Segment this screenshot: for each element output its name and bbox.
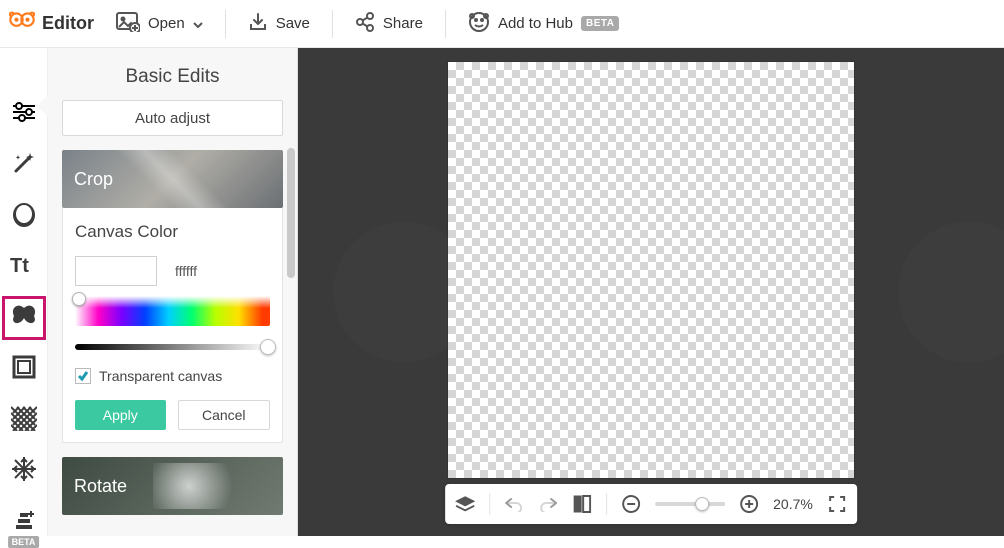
panel-scrollbar[interactable] (287, 148, 295, 528)
hub-icon (468, 11, 490, 37)
add-to-hub-label: Add to Hub (498, 15, 573, 32)
panel-title: Basic Edits (48, 48, 297, 100)
add-to-hub-button[interactable]: Add to Hub BETA (468, 11, 620, 37)
open-label: Open (148, 15, 185, 32)
nav-beta-badge: BETA (8, 536, 40, 548)
nav-touchup[interactable] (0, 198, 48, 231)
transparent-canvas-label: Transparent canvas (99, 368, 222, 384)
nav-text[interactable]: Tt (0, 249, 48, 282)
share-label: Share (383, 15, 423, 32)
hue-slider-handle[interactable] (72, 292, 86, 306)
image-icon (116, 12, 140, 36)
snowflake-icon (11, 456, 37, 482)
crop-section-header[interactable]: Crop (62, 150, 283, 208)
value-slider[interactable] (75, 344, 270, 350)
face-icon (11, 201, 37, 227)
open-button[interactable]: Open (116, 12, 203, 36)
panel-scrollbar-thumb[interactable] (287, 148, 295, 278)
canvas-transparent[interactable] (448, 62, 854, 478)
toolbar-divider (225, 10, 226, 38)
sliders-icon (11, 102, 37, 122)
zoom-in-button[interactable] (739, 494, 759, 514)
rotate-label: Rotate (74, 476, 127, 497)
zoom-slider-handle[interactable] (695, 497, 709, 511)
color-hex-value: ffffff (175, 263, 197, 279)
apply-button[interactable]: Apply (75, 400, 166, 430)
crop-label: Crop (74, 169, 113, 190)
rotate-section-header[interactable]: Rotate (62, 457, 283, 515)
cancel-button[interactable]: Cancel (178, 400, 271, 430)
bottombar-divider (489, 493, 490, 515)
brand-title: Editor (42, 13, 94, 34)
panel-scroll-area: Auto adjust Crop Canvas Color ffffff (48, 100, 297, 536)
nav-effects[interactable] (0, 147, 48, 180)
undo-button[interactable] (504, 494, 524, 514)
svg-text:Tt: Tt (10, 255, 29, 276)
wand-icon (12, 151, 36, 175)
edit-panel: Basic Edits Auto adjust Crop Canvas Colo… (48, 48, 298, 536)
transparent-canvas-checkbox[interactable]: Transparent canvas (75, 368, 270, 384)
layers-plus-icon (12, 509, 36, 531)
toolbar-divider (445, 10, 446, 38)
save-button[interactable]: Save (248, 12, 310, 36)
value-slider-handle[interactable] (260, 339, 276, 355)
checkbox-icon (75, 368, 91, 384)
canvas-color-title: Canvas Color (75, 222, 270, 242)
zoom-out-button[interactable] (621, 494, 641, 514)
brand: Editor (8, 10, 94, 37)
fullscreen-button[interactable] (827, 494, 847, 514)
chevron-down-icon (193, 15, 203, 32)
canvas-workspace: 20.7% (298, 48, 1004, 536)
nav-textures[interactable] (0, 401, 48, 434)
layers-button[interactable] (455, 494, 475, 514)
bottom-toolbar: 20.7% (445, 484, 857, 524)
panel-caret (36, 96, 48, 116)
beta-badge: BETA (581, 16, 619, 31)
main-area: Tt BETA Basic Edits Auto adjust Crop (0, 48, 1004, 536)
nav-themes[interactable] (0, 452, 48, 485)
butterfly-icon (10, 304, 38, 328)
nav-overlays[interactable] (0, 300, 48, 333)
save-label: Save (276, 15, 310, 32)
text-icon: Tt (10, 254, 38, 276)
pattern-icon (11, 405, 37, 431)
frame-icon (12, 355, 36, 379)
canvas-color-card: Canvas Color ffffff Transparent canvas A… (62, 208, 283, 443)
share-button[interactable]: Share (355, 12, 423, 36)
bottombar-divider (606, 493, 607, 515)
monkey-logo-icon (8, 10, 36, 37)
share-icon (355, 12, 375, 36)
nav-extras[interactable]: BETA (0, 503, 48, 536)
nav-frames[interactable] (0, 350, 48, 383)
top-toolbar: Editor Open Save Share Add to Hub BETA (0, 0, 1004, 48)
compare-button[interactable] (572, 494, 592, 514)
hue-slider[interactable] (75, 296, 270, 326)
toolbar-divider (332, 10, 333, 38)
zoom-percentage: 20.7% (773, 496, 813, 512)
redo-button[interactable] (538, 494, 558, 514)
left-nav: Tt BETA (0, 48, 48, 536)
color-swatch[interactable] (75, 256, 157, 286)
auto-adjust-button[interactable]: Auto adjust (62, 100, 283, 136)
zoom-slider[interactable] (655, 502, 725, 506)
download-icon (248, 12, 268, 36)
